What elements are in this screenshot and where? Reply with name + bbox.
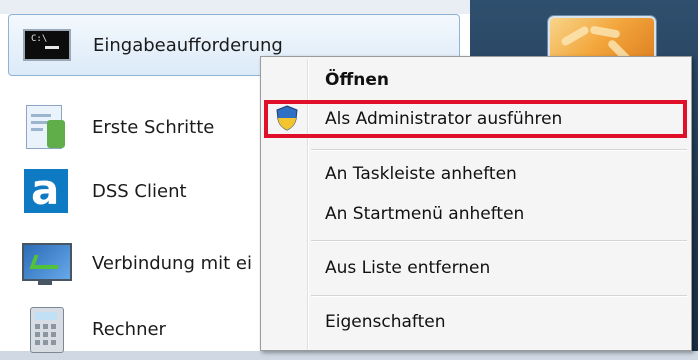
program-label: Verbindung mit ei (92, 252, 253, 274)
menu-item-open[interactable]: Öffnen (325, 70, 389, 90)
getting-started-icon (18, 103, 74, 151)
menu-separator (311, 149, 687, 151)
program-label: Erste Schritte (92, 116, 215, 138)
menu-item-pin-startmenu[interactable]: An Startmenü anheften (325, 204, 524, 224)
program-label: Eingabeaufforderung (93, 34, 283, 56)
top-edge (0, 0, 470, 14)
command-prompt-icon: C:\ (19, 21, 75, 69)
menu-item-pin-taskbar[interactable]: An Taskleiste anheften (325, 164, 517, 184)
dss-client-icon: a (18, 165, 74, 215)
uac-shield-icon (276, 105, 298, 131)
menu-item-properties[interactable]: Eigenschaften (325, 312, 445, 332)
remote-desktop-icon (18, 239, 74, 287)
menu-separator (311, 295, 687, 297)
program-label: Rechner (92, 318, 166, 340)
program-label: DSS Client (92, 180, 187, 202)
menu-item-remove-from-list[interactable]: Aus Liste entfernen (325, 258, 490, 278)
menu-separator (311, 240, 687, 242)
calculator-icon (18, 305, 74, 353)
menu-item-run-as-admin[interactable]: Als Administrator ausführen (325, 109, 562, 129)
context-menu: Öffnen Als Administrator ausführen An Ta… (260, 56, 692, 351)
